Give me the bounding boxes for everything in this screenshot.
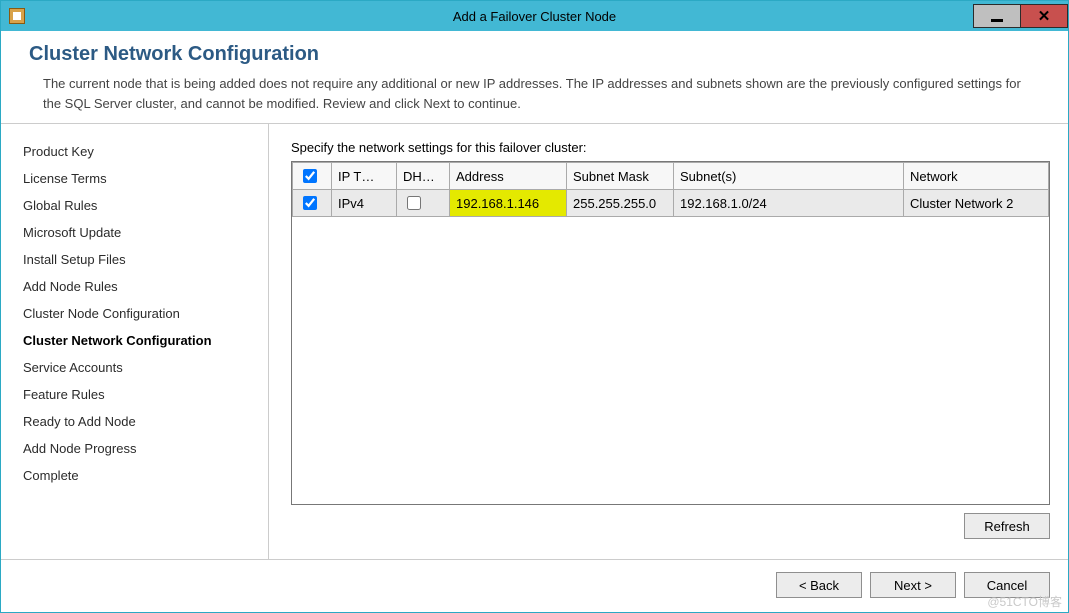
- column-header-dhcp[interactable]: DH…: [397, 163, 450, 190]
- cell-address: 192.168.1.146: [450, 190, 567, 217]
- cell-subnets: 192.168.1.0/24: [674, 190, 904, 217]
- sidebar-item-feature-rules[interactable]: Feature Rules: [23, 381, 258, 408]
- sidebar-item-service-accounts[interactable]: Service Accounts: [23, 354, 258, 381]
- column-header-network[interactable]: Network: [904, 163, 1049, 190]
- sidebar-item-product-key[interactable]: Product Key: [23, 138, 258, 165]
- wizard-footer: < Back Next > Cancel: [1, 559, 1068, 612]
- wizard-steps-sidebar: Product Key License Terms Global Rules M…: [1, 124, 269, 559]
- network-grid: IP T… DH… Address Subnet Mask Subnet(s) …: [292, 162, 1049, 217]
- sidebar-item-install-setup-files[interactable]: Install Setup Files: [23, 246, 258, 273]
- page-header: Cluster Network Configuration The curren…: [1, 31, 1068, 123]
- grid-header-row: IP T… DH… Address Subnet Mask Subnet(s) …: [293, 163, 1049, 190]
- sidebar-item-license-terms[interactable]: License Terms: [23, 165, 258, 192]
- select-all-checkbox[interactable]: [303, 169, 317, 183]
- cell-subnet-mask: 255.255.255.0: [567, 190, 674, 217]
- dialog-content: Cluster Network Configuration The curren…: [1, 31, 1068, 612]
- column-header-iptype[interactable]: IP T…: [332, 163, 397, 190]
- column-header-select[interactable]: [293, 163, 332, 190]
- back-button[interactable]: < Back: [776, 572, 862, 598]
- column-header-subnet-mask[interactable]: Subnet Mask: [567, 163, 674, 190]
- sidebar-item-complete[interactable]: Complete: [23, 462, 258, 489]
- window-title: Add a Failover Cluster Node: [1, 9, 1068, 24]
- cell-iptype: IPv4: [332, 190, 397, 217]
- network-instruction: Specify the network settings for this fa…: [291, 140, 1050, 155]
- page-description: The current node that is being added doe…: [29, 74, 1040, 113]
- refresh-row: Refresh: [291, 505, 1050, 549]
- cell-network: Cluster Network 2: [904, 190, 1049, 217]
- sidebar-item-global-rules[interactable]: Global Rules: [23, 192, 258, 219]
- sidebar-item-add-node-progress[interactable]: Add Node Progress: [23, 435, 258, 462]
- dhcp-checkbox[interactable]: [407, 196, 421, 210]
- table-row[interactable]: IPv4 192.168.1.146 255.255.255.0 192.168…: [293, 190, 1049, 217]
- refresh-button[interactable]: Refresh: [964, 513, 1050, 539]
- network-grid-container: IP T… DH… Address Subnet Mask Subnet(s) …: [291, 161, 1050, 505]
- sidebar-item-add-node-rules[interactable]: Add Node Rules: [23, 273, 258, 300]
- column-header-subnets[interactable]: Subnet(s): [674, 163, 904, 190]
- cell-dhcp[interactable]: [397, 190, 450, 217]
- sidebar-item-cluster-network-configuration[interactable]: Cluster Network Configuration: [23, 327, 258, 354]
- title-bar: Add a Failover Cluster Node ✕: [1, 1, 1068, 31]
- sidebar-item-microsoft-update[interactable]: Microsoft Update: [23, 219, 258, 246]
- next-button[interactable]: Next >: [870, 572, 956, 598]
- sidebar-item-ready-to-add-node[interactable]: Ready to Add Node: [23, 408, 258, 435]
- column-header-address[interactable]: Address: [450, 163, 567, 190]
- page-title: Cluster Network Configuration: [29, 43, 1040, 66]
- sidebar-item-cluster-node-configuration[interactable]: Cluster Node Configuration: [23, 300, 258, 327]
- page-body: Product Key License Terms Global Rules M…: [1, 123, 1068, 559]
- row-select-checkbox[interactable]: [303, 196, 317, 210]
- row-select-cell[interactable]: [293, 190, 332, 217]
- dialog-window: Add a Failover Cluster Node ✕ Cluster Ne…: [0, 0, 1069, 613]
- cancel-button[interactable]: Cancel: [964, 572, 1050, 598]
- main-panel: Specify the network settings for this fa…: [269, 124, 1068, 559]
